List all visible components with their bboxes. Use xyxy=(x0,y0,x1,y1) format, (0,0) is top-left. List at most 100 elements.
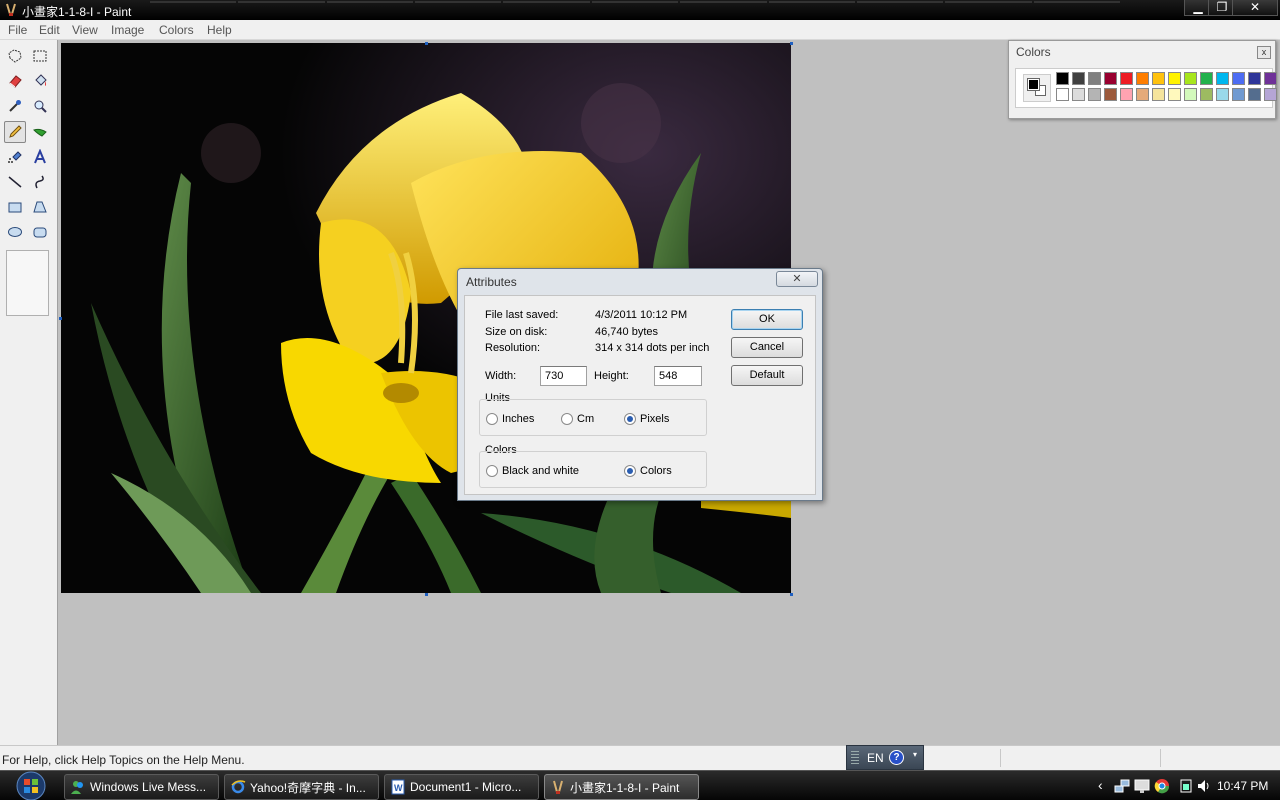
color-swatch[interactable] xyxy=(1136,88,1149,101)
colors-option-label[interactable]: Colors xyxy=(640,465,672,477)
canvas-resize-handle[interactable] xyxy=(790,42,793,45)
color-swatch[interactable] xyxy=(1216,88,1229,101)
foreground-color-swatch[interactable] xyxy=(1027,78,1040,91)
pick-color-tool[interactable] xyxy=(4,95,26,117)
ok-button[interactable]: OK xyxy=(731,309,803,330)
select-tool[interactable] xyxy=(29,45,51,67)
menu-view[interactable]: View xyxy=(68,22,102,38)
magnifier-tool[interactable] xyxy=(29,95,51,117)
menu-image[interactable]: Image xyxy=(107,22,148,38)
menu-file[interactable]: File xyxy=(4,22,31,38)
help-icon[interactable]: ? xyxy=(889,750,904,765)
color-swatch[interactable] xyxy=(1184,72,1197,85)
rectangle-tool[interactable] xyxy=(4,196,26,218)
color-swatch[interactable] xyxy=(1104,88,1117,101)
taskbar-button-messenger[interactable]: Windows Live Mess... xyxy=(64,774,219,800)
language-indicator[interactable]: EN xyxy=(867,751,884,765)
network-icon[interactable] xyxy=(1114,778,1130,794)
black-and-white-radio[interactable] xyxy=(486,465,498,477)
eraser-tool[interactable] xyxy=(4,70,26,92)
color-swatch[interactable] xyxy=(1152,72,1165,85)
menu-help[interactable]: Help xyxy=(203,22,236,38)
cm-radio[interactable] xyxy=(561,413,573,425)
clock[interactable]: 10:47 PM xyxy=(1217,779,1268,793)
color-swatch[interactable] xyxy=(1056,88,1069,101)
canvas-resize-handle[interactable] xyxy=(790,593,793,596)
polygon-tool[interactable] xyxy=(29,196,51,218)
dialog-title: Attributes xyxy=(466,275,517,289)
volume-icon[interactable] xyxy=(1196,778,1212,794)
language-bar[interactable]: EN ? ▾ xyxy=(846,745,924,770)
color-swatch[interactable] xyxy=(1264,72,1277,85)
color-swatch[interactable] xyxy=(1216,72,1229,85)
tool-options-box[interactable] xyxy=(6,250,49,316)
width-input[interactable] xyxy=(540,366,587,386)
color-swatch[interactable] xyxy=(1072,72,1085,85)
color-swatch[interactable] xyxy=(1200,88,1213,101)
color-swatch[interactable] xyxy=(1056,72,1069,85)
menu-edit[interactable]: Edit xyxy=(35,22,64,38)
default-button[interactable]: Default xyxy=(731,365,803,386)
language-bar-options-icon[interactable]: ▾ xyxy=(913,750,917,759)
color-swatch[interactable] xyxy=(1104,72,1117,85)
cancel-button[interactable]: Cancel xyxy=(731,337,803,358)
inches-label[interactable]: Inches xyxy=(502,413,534,425)
color-swatch[interactable] xyxy=(1200,72,1213,85)
color-swatch[interactable] xyxy=(1168,88,1181,101)
fill-tool[interactable] xyxy=(29,70,51,92)
canvas-resize-handle[interactable] xyxy=(425,42,428,45)
power-icon[interactable] xyxy=(1178,778,1194,794)
color-swatch[interactable] xyxy=(1264,88,1277,101)
pencil-tool[interactable] xyxy=(4,121,26,143)
rounded-rectangle-tool[interactable] xyxy=(29,221,51,243)
height-input[interactable] xyxy=(654,366,702,386)
color-swatch[interactable] xyxy=(1120,88,1133,101)
colors-radio[interactable] xyxy=(624,465,636,477)
color-swatch[interactable] xyxy=(1120,72,1133,85)
tray-expand-icon[interactable]: ‹ xyxy=(1098,777,1103,793)
colors-window-close-button[interactable]: x xyxy=(1257,46,1271,59)
resolution-label: Resolution: xyxy=(485,342,541,354)
brush-tool[interactable] xyxy=(29,121,51,143)
color-swatch[interactable] xyxy=(1248,88,1261,101)
text-tool[interactable] xyxy=(29,146,51,168)
title-bar-decoration xyxy=(150,0,1120,3)
color-swatch[interactable] xyxy=(1232,72,1245,85)
dialog-close-button[interactable]: ✕ xyxy=(776,271,818,287)
current-colors-indicator[interactable] xyxy=(1023,74,1051,102)
color-swatch[interactable] xyxy=(1184,88,1197,101)
color-swatch[interactable] xyxy=(1248,72,1261,85)
system-tray: ‹ 10:47 PM xyxy=(1096,771,1280,800)
pixels-label[interactable]: Pixels xyxy=(640,413,669,425)
ellipse-tool[interactable] xyxy=(4,221,26,243)
color-swatch[interactable] xyxy=(1072,88,1085,101)
inches-radio[interactable] xyxy=(486,413,498,425)
language-bar-grip[interactable] xyxy=(851,751,859,765)
menu-colors[interactable]: Colors xyxy=(155,22,198,38)
pixels-radio[interactable] xyxy=(624,413,636,425)
taskbar-button-ie[interactable]: Yahoo!奇摩字典 - In... xyxy=(224,774,379,800)
start-button[interactable] xyxy=(12,771,50,800)
chrome-icon[interactable] xyxy=(1154,778,1170,794)
color-swatch[interactable] xyxy=(1232,88,1245,101)
airbrush-tool[interactable] xyxy=(4,146,26,168)
curve-tool[interactable] xyxy=(29,171,51,193)
display-icon[interactable] xyxy=(1134,778,1150,794)
free-form-select-tool[interactable] xyxy=(4,45,26,67)
taskbar-button-paint[interactable]: 小畫家1-1-8-I - Paint xyxy=(544,774,699,800)
taskbar-button-word[interactable]: W Document1 - Micro... xyxy=(384,774,539,800)
close-button[interactable]: ✕ xyxy=(1232,0,1278,16)
canvas-resize-handle[interactable] xyxy=(59,317,62,320)
color-swatch[interactable] xyxy=(1088,88,1101,101)
color-swatch[interactable] xyxy=(1136,72,1149,85)
color-swatch[interactable] xyxy=(1152,88,1165,101)
color-swatch[interactable] xyxy=(1088,72,1101,85)
paint-app-icon[interactable] xyxy=(4,3,18,17)
line-tool[interactable] xyxy=(4,171,26,193)
color-swatch-grid xyxy=(1056,72,1277,101)
taskbar-button-label: Windows Live Mess... xyxy=(90,780,207,794)
cm-label[interactable]: Cm xyxy=(577,413,594,425)
color-swatch[interactable] xyxy=(1168,72,1181,85)
canvas-resize-handle[interactable] xyxy=(425,593,428,596)
black-and-white-label[interactable]: Black and white xyxy=(502,465,579,477)
